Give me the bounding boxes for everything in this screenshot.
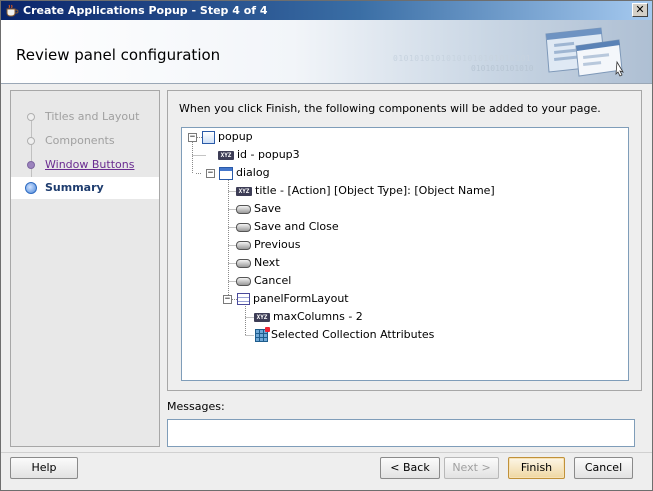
button-icon (236, 258, 251, 268)
nav-step-label: Summary (45, 181, 104, 194)
table-grid-icon (255, 326, 270, 342)
nav-step-window-buttons[interactable]: Window Buttons (11, 154, 159, 176)
back-button[interactable]: < Back (380, 457, 440, 479)
tree-node-previous[interactable]: Previous (236, 237, 301, 253)
components-tree[interactable]: − popup XYZ id - popup3 − dialog XYZ title… (181, 127, 629, 381)
nav-step-label: Window Buttons (45, 158, 135, 171)
footer-divider (1, 452, 652, 453)
wizard-header: Review panel configuration 0101010101010… (1, 20, 652, 84)
tree-node-popup[interactable]: popup (202, 129, 253, 145)
collapse-toggle-dialog[interactable]: − (206, 169, 215, 178)
button-icon (236, 240, 251, 250)
step-current-icon (25, 182, 37, 194)
coffee-cup-icon (6, 4, 19, 17)
page-title: Review panel configuration (16, 46, 221, 64)
messages-box[interactable] (167, 419, 635, 447)
field-icon: XYZ (254, 312, 270, 322)
finish-button[interactable]: Finish (508, 457, 565, 479)
tree-node-selected-collection-attributes[interactable]: Selected Collection Attributes (255, 326, 434, 343)
nav-step-components[interactable]: Components (11, 130, 159, 152)
field-icon: XYZ (236, 186, 252, 196)
summary-intro-text: When you click Finish, the following com… (179, 102, 601, 115)
tree-node-id[interactable]: XYZ id - popup3 (218, 147, 300, 163)
tree-node-cancel[interactable]: Cancel (236, 273, 291, 289)
header-illustration-icon (545, 27, 624, 77)
nav-step-label: Components (45, 134, 115, 147)
nav-step-summary[interactable]: Summary (11, 177, 159, 199)
header-decoration-binary: 01010101010101010101010101 (393, 54, 532, 63)
field-icon: XYZ (218, 150, 234, 160)
title-bar: Create Applications Popup - Step 4 of 4 … (1, 1, 652, 20)
cancel-button[interactable]: Cancel (574, 457, 633, 479)
button-icon (236, 204, 251, 214)
step-completed-icon (27, 137, 35, 145)
tree-node-maxcolumns[interactable]: XYZ maxColumns - 2 (254, 309, 363, 325)
collapse-toggle-panelformlayout[interactable]: − (223, 295, 232, 304)
nav-step-titles-and-layout[interactable]: Titles and Layout (11, 106, 159, 128)
tree-node-save[interactable]: Save (236, 201, 281, 217)
tree-node-panelformlayout[interactable]: panelFormLayout (237, 291, 349, 307)
form-layout-icon (237, 293, 250, 305)
nav-step-label: Titles and Layout (45, 110, 140, 123)
tree-node-title[interactable]: XYZ title - [Action] [Object Type]: [Obje… (236, 183, 495, 199)
button-icon (236, 222, 251, 232)
window-title: Create Applications Popup - Step 4 of 4 (23, 4, 268, 17)
popup-icon (202, 130, 215, 144)
help-button[interactable]: Help (10, 457, 78, 479)
wizard-steps-nav: Titles and Layout Components Window Butt… (10, 90, 160, 447)
tree-node-next[interactable]: Next (236, 255, 280, 271)
step-visited-icon (27, 161, 35, 169)
tree-node-save-and-close[interactable]: Save and Close (236, 219, 339, 235)
close-button[interactable]: ✕ (632, 3, 648, 17)
step-completed-icon (27, 113, 35, 121)
button-icon (236, 276, 251, 286)
tree-node-dialog[interactable]: dialog (219, 165, 270, 181)
collapse-toggle-popup[interactable]: − (188, 133, 197, 142)
summary-panel: When you click Finish, the following com… (167, 90, 642, 391)
messages-label: Messages: (167, 400, 225, 413)
dialog-window: Create Applications Popup - Step 4 of 4 … (0, 0, 653, 491)
dialog-icon (219, 166, 233, 180)
next-button[interactable]: Next > (444, 457, 499, 479)
close-icon: ✕ (635, 3, 645, 16)
